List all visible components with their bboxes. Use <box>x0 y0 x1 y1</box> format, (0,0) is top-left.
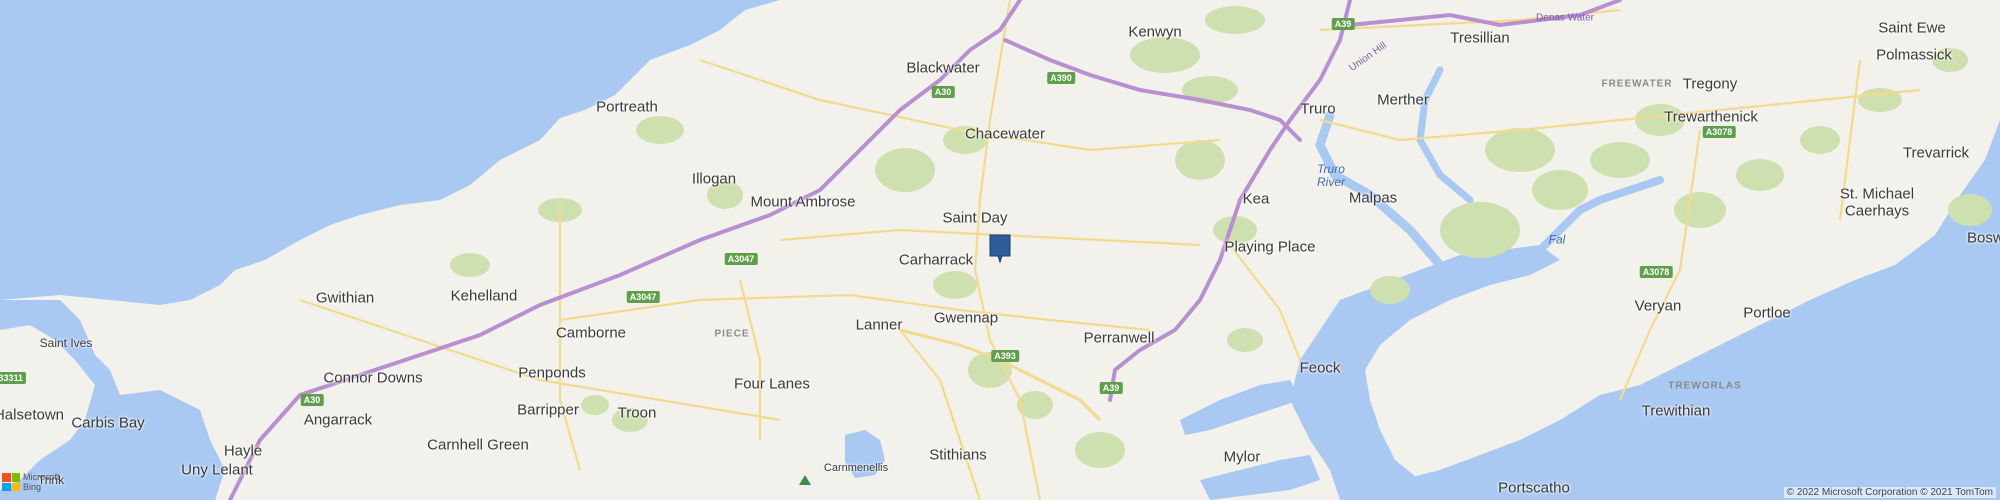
place-label-uny-lelant: Uny Lelant <box>181 461 253 479</box>
road-shield-a30-top: A30 <box>931 86 955 98</box>
place-label-lanner: Lanner <box>855 316 903 334</box>
place-label-halsetown: Halsetown <box>0 406 65 424</box>
place-label-penponds: Penponds <box>518 364 586 382</box>
place-label-gwithian: Gwithian <box>315 289 375 307</box>
water-label-truro-river: Truro River <box>1317 163 1345 189</box>
road-shield-a3047-a: A3047 <box>724 253 758 265</box>
place-label-mount-ambrose: Mount Ambrose <box>750 193 856 211</box>
place-label-st-michael: St. Michael <box>1839 185 1915 203</box>
place-label-veryan: Veryan <box>1634 297 1682 315</box>
road-shield-a39-bottom: A39 <box>1099 382 1123 394</box>
logo-line2: Bing <box>23 482 42 492</box>
place-label-portloe: Portloe <box>1743 304 1791 322</box>
place-label-truro: Truro <box>1300 100 1336 118</box>
place-label-carharrack: Carharrack <box>898 251 974 269</box>
bing-logo: Microsoft Bing <box>2 472 60 492</box>
place-label-chacewater: Chacewater <box>964 125 1046 143</box>
place-label-boswinger: Boswi <box>1966 229 2000 247</box>
place-label-connor-downs: Connor Downs <box>323 369 423 387</box>
water-label-line: River <box>1316 175 1346 189</box>
place-label-stithians: Stithians <box>929 446 987 464</box>
place-label-trevarrick: Trevarrick <box>1902 144 1970 162</box>
place-label-malpas: Malpas <box>1348 189 1398 207</box>
peak-label-carnmenellis: Carnmenellis <box>823 462 889 474</box>
road-shield-a3047-b: A3047 <box>626 291 660 303</box>
road-shield-b3311: B3311 <box>0 372 27 384</box>
place-label-merther: Merther <box>1377 91 1429 109</box>
place-label-caerhays: Caerhays <box>1844 202 1910 220</box>
area-label-piece: PIECE <box>714 328 750 340</box>
logo-line1: Microsoft <box>23 472 60 482</box>
place-label-gwennap: Gwennap <box>933 309 999 327</box>
road-shield-a390: A390 <box>1047 72 1075 84</box>
street-label-denas-water: Denas Water <box>1536 12 1594 24</box>
road-shield-a393: A393 <box>991 350 1019 362</box>
place-label-mylor: Mylor <box>1223 448 1261 466</box>
place-label-carbis-bay: Carbis Bay <box>71 414 145 432</box>
place-label-angarrack: Angarrack <box>303 411 373 429</box>
place-label-saint-ives: Saint Ives <box>39 336 93 350</box>
water-label-fal: Fal <box>1548 232 1566 247</box>
place-label-trewarthenick: Trewarthenick <box>1664 108 1758 126</box>
place-label-carnhell-green: Carnhell Green <box>427 436 529 454</box>
place-label-saint-day: Saint Day <box>942 209 1008 227</box>
place-label-kenwyn: Kenwyn <box>1128 23 1182 41</box>
place-label-polmassick: Polmassick <box>1876 46 1952 64</box>
area-label-freewater: FREEWATER <box>1601 78 1673 90</box>
place-label-hayle: Hayle <box>223 442 263 460</box>
water-label-line: Fal <box>1548 232 1566 247</box>
place-label-blackwater: Blackwater <box>906 59 980 77</box>
place-label-troon: Troon <box>617 404 657 422</box>
road-shield-a39-top: A39 <box>1331 18 1355 30</box>
place-label-kea: Kea <box>1242 190 1270 208</box>
place-label-trewithian: Trewithian <box>1641 402 1711 420</box>
location-marker-icon[interactable] <box>989 234 1011 264</box>
road-shield-a3078-b: A3078 <box>1639 266 1673 278</box>
place-label-perranwell: Perranwell <box>1083 329 1155 347</box>
place-label-kehelland: Kehelland <box>450 287 518 305</box>
copyright-notice: © 2022 Microsoft Corporation © 2021 TomT… <box>1783 487 1996 498</box>
place-label-feock: Feock <box>1299 359 1341 377</box>
place-label-portreath: Portreath <box>596 98 658 116</box>
logo-text: Microsoft Bing <box>23 472 60 492</box>
road-shield-a3078-a: A3078 <box>1702 126 1736 138</box>
place-label-playing-place: Playing Place <box>1224 238 1316 256</box>
place-label-four-lanes: Four Lanes <box>734 375 810 393</box>
place-label-tresillian: Tresillian <box>1450 29 1510 47</box>
place-label-tregony: Tregony <box>1682 75 1738 93</box>
place-label-camborne: Camborne <box>555 324 627 342</box>
place-label-portscatho: Portscatho <box>1498 479 1570 497</box>
place-label-barripper: Barripper <box>517 401 579 419</box>
map-canvas[interactable]: Kenwyn Blackwater Tresillian Saint Ewe Polma… <box>0 0 2000 500</box>
area-label-treworlas: TREWORLAS <box>1668 380 1742 392</box>
road-shield-a30-bottom: A30 <box>300 394 324 406</box>
place-label-saint-ewe: Saint Ewe <box>1878 19 1946 37</box>
microsoft-logo-icon <box>2 473 20 491</box>
place-label-illogan: Illogan <box>691 170 737 188</box>
